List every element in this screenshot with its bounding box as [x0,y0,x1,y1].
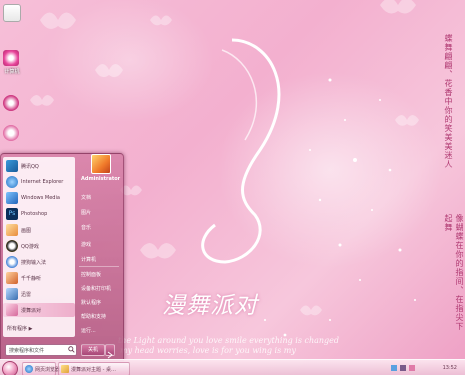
ie-icon [6,176,18,188]
program-item[interactable]: Internet Explorer [3,175,75,189]
program-label: 漫舞派对 [21,308,42,314]
menu-item-music[interactable]: 音乐 [81,224,91,231]
theme-icon [6,304,18,316]
qq-icon [6,160,18,172]
penguin-icon [6,240,18,252]
wallpaper-caption-2: my head worries, love is for you wing is… [120,346,296,355]
program-item[interactable]: 漫舞派对 [3,303,75,317]
user-avatar[interactable] [91,154,111,174]
program-item[interactable]: Ps Photoshop [3,207,75,221]
all-programs-link[interactable]: 所有程序 ▶ [7,325,32,332]
start-menu: 腾讯QQ Internet Explorer Windows Media Ps … [0,153,124,361]
menu-item-devices[interactable]: 设备和打印机 [81,285,111,292]
wallpaper-title: 漫舞派对 [162,293,258,319]
sogou-icon [6,256,18,268]
menu-item-games[interactable]: 游戏 [81,241,91,248]
shutdown-button[interactable]: 关机 [81,344,105,356]
user-name[interactable]: Administrator [81,176,120,182]
program-item[interactable]: 千千静听 [3,271,75,285]
program-label: 腾讯QQ [21,164,39,170]
search-input[interactable]: 搜索程序和文件 [5,344,77,356]
program-label: QQ游戏 [21,244,39,250]
program-item[interactable]: 腾讯QQ [3,159,75,173]
menu-item-pictures[interactable]: 图片 [81,209,91,216]
program-item[interactable]: 迅雷 [3,287,75,301]
sparkles [264,78,416,337]
desktop: 蝶舞翩翩、花香中你的笑美美迷人 像蝴蝶在你的指间、在指尖下起舞 漫舞派对 the… [0,0,465,375]
taskbar-button-label: 网页浏览器 [35,367,61,373]
taskbar-button-browser[interactable]: 网页浏览器 [22,362,60,375]
program-item[interactable]: 画图 [3,223,75,237]
program-label: Photoshop [21,211,48,217]
menu-item-documents[interactable]: 文档 [81,194,91,201]
ie-icon [25,365,33,373]
user-folder-icon[interactable] [3,95,19,111]
menu-item-computer[interactable]: 计算机 [81,256,96,263]
home-icon-label: 计算机 [4,69,20,75]
start-button[interactable] [2,361,18,375]
butterfly-line-art [201,38,281,264]
network-icon [391,365,397,371]
search-placeholder: 搜索程序和文件 [9,348,45,354]
system-tray: 13:52 [389,362,463,374]
program-item[interactable]: 搜狗输入法 [3,255,75,269]
taskbar-button-theme[interactable]: 漫舞派对主题 - 桌… [58,362,130,375]
program-label: Internet Explorer [21,179,64,185]
thunder-icon [6,288,18,300]
vertical-poem-2: 像蝴蝶在你的指间、在指尖下起舞 [444,214,464,331]
paint-icon [6,224,18,236]
tray-icons [391,365,415,371]
ps-icon: Ps [6,208,18,220]
search-icon[interactable] [68,346,75,353]
wallpaper-caption-1: the Light around you love smile everythi… [118,336,340,345]
menu-item-control-panel[interactable]: 控制面板 [81,271,101,278]
home-icon[interactable] [3,50,19,66]
taskbar: 网页浏览器 漫舞派对主题 - 桌… 13:52 [0,359,465,375]
program-list: 腾讯QQ Internet Explorer Windows Media Ps … [3,157,75,337]
flag-icon [409,365,415,371]
program-label: 搜狗输入法 [21,260,47,266]
vertical-poem-1: 蝶舞翩翩、花香中你的笑美美迷人 [444,34,453,169]
menu-separator [79,266,119,267]
recycle-bin-icon[interactable] [3,4,21,22]
program-item[interactable]: QQ游戏 [3,239,75,253]
menu-item-run[interactable]: 运行... [81,327,96,334]
program-label: 画图 [21,228,32,234]
player-icon [6,272,18,284]
program-label: 迅雷 [21,292,32,298]
clock[interactable]: 13:52 [443,365,457,371]
program-label: 千千静听 [21,276,42,282]
menu-item-help[interactable]: 帮助和支持 [81,313,106,320]
shutdown-options-button[interactable] [105,344,115,359]
media-icon [6,192,18,204]
program-item[interactable]: Windows Media [3,191,75,205]
volume-icon [400,365,406,371]
folder-icon [61,365,69,373]
network-icon[interactable] [3,125,19,141]
taskbar-button-label: 漫舞派对主题 - 桌… [71,367,116,373]
program-label: Windows Media [21,195,60,201]
menu-item-default-programs[interactable]: 默认程序 [81,299,101,306]
